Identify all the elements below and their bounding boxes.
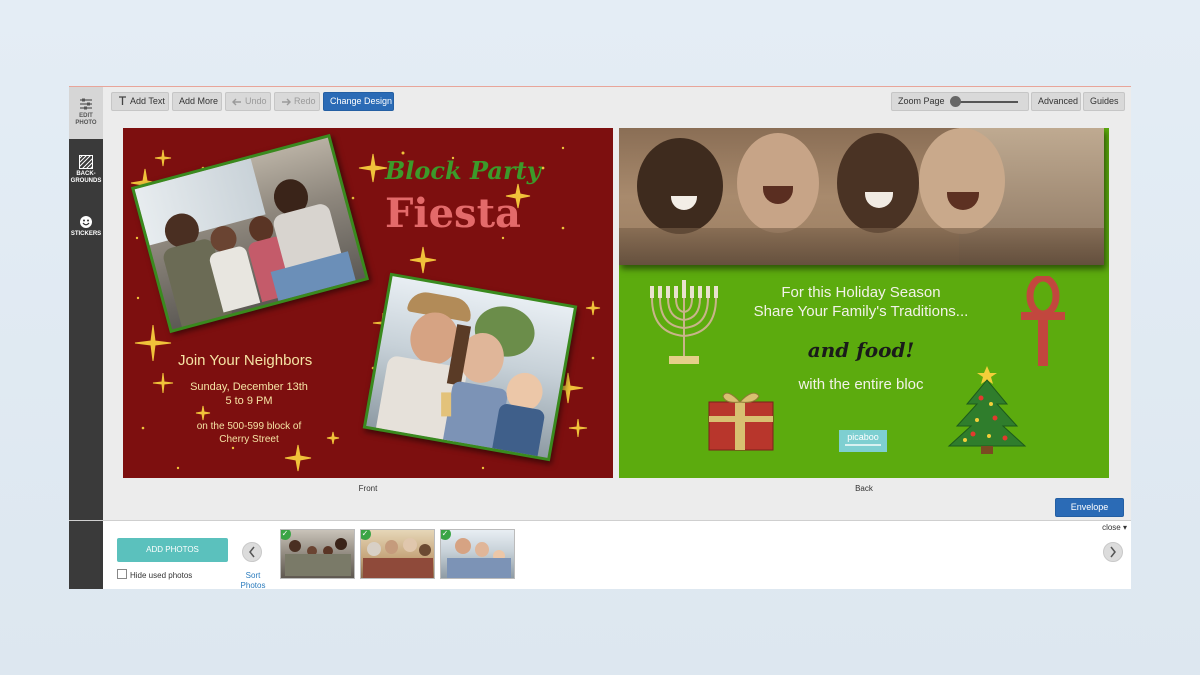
guides-button[interactable]: Guides	[1083, 92, 1125, 111]
tray-thumbnail[interactable]: ✓	[280, 529, 355, 579]
back-label: Back	[855, 484, 873, 493]
front-location-line1: on the 500-599 block of	[196, 421, 302, 432]
zoom-slider-handle[interactable]	[949, 96, 961, 107]
front-time-text: 5 to 9 PM	[225, 395, 273, 407]
zoom-page-label: Zoom Page	[898, 96, 945, 106]
back-line1: For this Holiday Season	[781, 284, 941, 301]
rail-stickers-label: STICKERS	[70, 231, 102, 237]
card-editor-app: EDIT PHOTO BACK- GROUNDS STICKERS Add Te…	[69, 86, 1131, 589]
hide-used-label: Hide used photos	[130, 571, 193, 580]
add-text-label: Add Text	[130, 96, 165, 106]
card-back[interactable]: For this Holiday Season Share Your Famil…	[619, 128, 1109, 478]
gift-sticker[interactable]	[705, 386, 777, 452]
add-more-button[interactable]: Add More	[172, 92, 222, 111]
tray-thumbnail[interactable]: ✓	[360, 529, 435, 579]
front-title-line2: Fiesta	[385, 190, 521, 237]
toolbar: Add Text Add More Undo Redo Change Desig…	[109, 92, 1125, 112]
guides-label: Guides	[1090, 96, 1119, 106]
photo-tray: close ▾ ADD PHOTOS Hide used photos Sort…	[69, 520, 1131, 589]
picaboo-logo: picaboo	[839, 430, 887, 452]
logo-text: picaboo	[847, 432, 879, 442]
tray-next-button[interactable]	[1103, 542, 1123, 562]
chevron-right-icon	[1110, 546, 1116, 558]
undo-button[interactable]: Undo	[225, 92, 271, 111]
rail-backgrounds[interactable]: BACK- GROUNDS	[69, 151, 103, 191]
back-line3: and food!	[807, 338, 915, 362]
tray-rail	[69, 521, 103, 589]
sort-photos-link[interactable]: Sort Photos	[237, 571, 269, 589]
advanced-label: Advanced	[1038, 96, 1079, 106]
redo-icon	[282, 98, 291, 106]
undo-icon	[232, 98, 241, 106]
advanced-button[interactable]: Advanced	[1031, 92, 1081, 111]
tool-rail: EDIT PHOTO BACK- GROUNDS STICKERS	[69, 87, 103, 589]
smiley-icon	[80, 216, 92, 228]
back-photo-kids[interactable]	[619, 128, 1104, 265]
sliders-icon	[80, 98, 92, 110]
rail-edit-photo-label: EDIT PHOTO	[75, 113, 97, 126]
back-line2: Share Your Family's Traditions...	[753, 303, 969, 320]
ankh-sticker[interactable]	[1019, 276, 1067, 368]
change-design-button[interactable]: Change Design	[323, 92, 394, 111]
text-icon	[119, 96, 126, 105]
close-tray-link[interactable]: close ▾	[1102, 523, 1127, 532]
front-photo-couple[interactable]	[362, 272, 578, 462]
front-label: Front	[358, 484, 378, 493]
redo-label: Redo	[294, 96, 316, 106]
rail-backgrounds-label: BACK- GROUNDS	[70, 171, 102, 184]
zoom-page-control: Zoom Page	[891, 92, 1029, 111]
back-line4: with the entire bloc	[798, 376, 924, 393]
rail-stickers[interactable]: STICKERS	[69, 211, 103, 241]
christmas-tree-sticker[interactable]	[945, 364, 1029, 456]
undo-label: Undo	[245, 96, 267, 106]
card-front[interactable]: Block Party Fiesta Join Your Neighbors S…	[123, 128, 613, 478]
add-more-label: Add More	[179, 96, 219, 106]
envelope-label: Envelope	[1070, 502, 1109, 512]
menorah-sticker[interactable]	[645, 278, 723, 370]
front-title-line1: Block Party	[385, 156, 541, 185]
hide-used-option[interactable]: Hide used photos	[117, 569, 192, 580]
envelope-button[interactable]: Envelope	[1055, 498, 1124, 517]
rail-edit-photo[interactable]: EDIT PHOTO	[69, 87, 103, 139]
add-text-button[interactable]: Add Text	[111, 92, 169, 111]
tray-prev-button[interactable]	[242, 542, 262, 562]
tray-thumbnail[interactable]: ✓	[440, 529, 515, 579]
front-date-text: Sunday, December 13th	[190, 381, 308, 393]
hide-used-checkbox[interactable]	[117, 569, 127, 579]
front-join-text: Join Your Neighbors	[178, 352, 313, 369]
add-photos-button[interactable]: ADD PHOTOS	[117, 538, 228, 562]
change-design-label: Change Design	[330, 96, 393, 106]
zoom-slider-track[interactable]	[952, 101, 1018, 103]
chevron-left-icon	[249, 546, 255, 558]
background-pattern-icon	[79, 155, 93, 169]
front-location-line2: Cherry Street	[219, 434, 279, 445]
add-photos-label: ADD PHOTOS	[146, 545, 199, 554]
redo-button[interactable]: Redo	[274, 92, 320, 111]
